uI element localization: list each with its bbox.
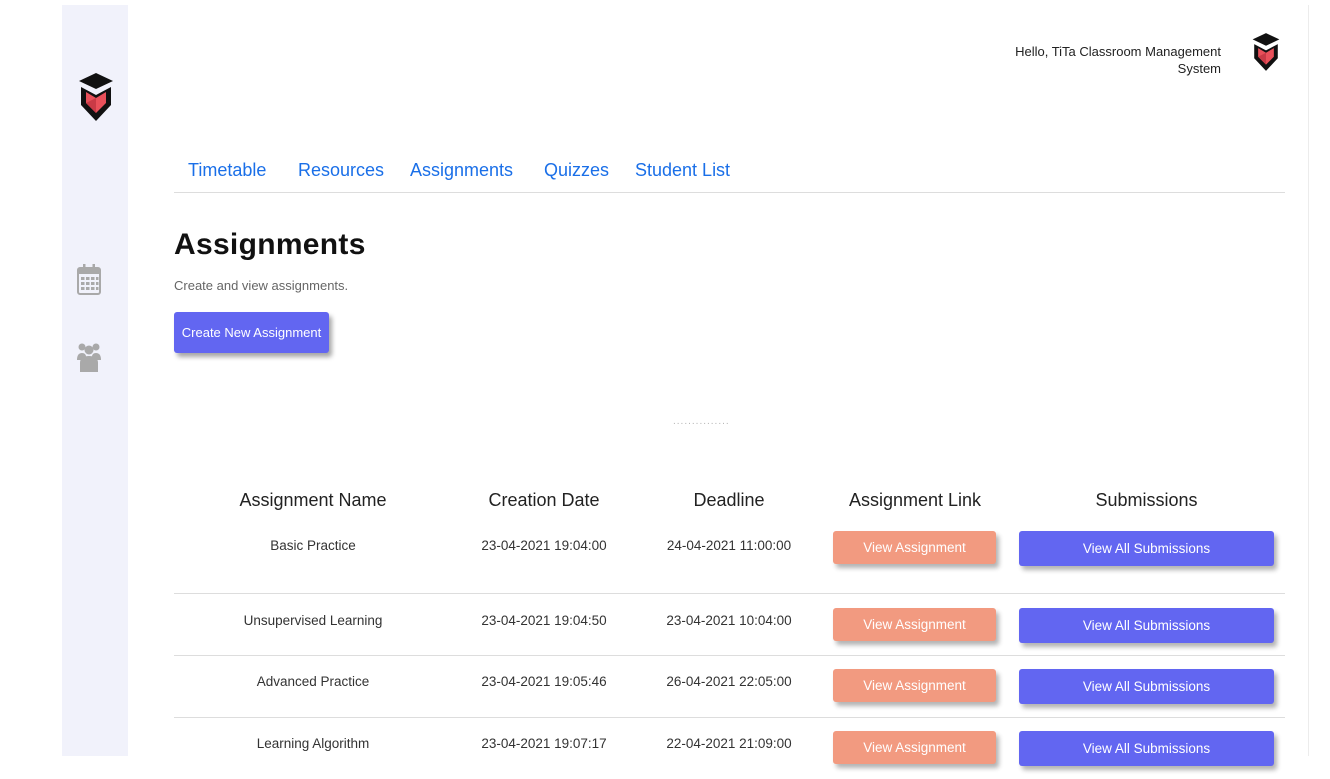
page-subtitle: Create and view assignments.	[174, 278, 349, 293]
tab-quizzes[interactable]: Quizzes	[544, 160, 609, 181]
assignment-name: Unsupervised Learning	[243, 613, 383, 628]
table-row: Basic Practice 23-04-2021 19:04:00 24-04…	[174, 531, 1285, 594]
tab-assignments[interactable]: Assignments	[410, 160, 513, 181]
tab-student-list[interactable]: Student List	[635, 160, 730, 181]
table-row: Unsupervised Learning 23-04-2021 19:04:5…	[174, 594, 1285, 656]
view-assignment-button[interactable]: View Assignment	[833, 531, 996, 564]
greeting-line-2: System	[1177, 61, 1221, 76]
tab-bar: Timetable Resources Assignments Quizzes …	[174, 150, 1285, 193]
content-border	[1308, 5, 1309, 756]
app-logo-icon[interactable]	[77, 69, 115, 125]
header-assignment-link: Assignment Link	[848, 490, 982, 510]
avatar[interactable]	[1248, 30, 1284, 74]
tab-timetable[interactable]: Timetable	[188, 160, 266, 181]
deadline: 22-04-2021 21:09:00	[666, 736, 792, 751]
loading-indicator: ...............	[673, 416, 730, 427]
view-submissions-button[interactable]: View All Submissions	[1019, 731, 1274, 766]
create-assignment-button[interactable]: Create New Assignment	[174, 312, 329, 353]
creation-date: 23-04-2021 19:05:46	[481, 674, 607, 689]
view-assignment-button[interactable]: View Assignment	[833, 731, 996, 764]
users-icon[interactable]	[76, 338, 102, 372]
greeting-line-1: Hello, TiTa Classroom Management	[1015, 44, 1221, 59]
deadline: 24-04-2021 11:00:00	[666, 538, 792, 553]
tab-resources[interactable]: Resources	[298, 160, 384, 181]
header-assignment-name: Assignment Name	[239, 490, 387, 510]
calendar-icon[interactable]	[76, 262, 102, 296]
assignment-name: Learning Algorithm	[256, 736, 370, 751]
header-deadline: Deadline	[693, 490, 765, 510]
view-submissions-button[interactable]: View All Submissions	[1019, 669, 1274, 704]
view-assignment-button[interactable]: View Assignment	[833, 608, 996, 641]
creation-date: 23-04-2021 19:04:50	[481, 613, 607, 628]
deadline: 23-04-2021 10:04:00	[666, 613, 792, 628]
table-row: Advanced Practice 23-04-2021 19:05:46 26…	[174, 656, 1285, 718]
creation-date: 23-04-2021 19:07:17	[481, 736, 607, 751]
table-row: Learning Algorithm 23-04-2021 19:07:17 2…	[174, 718, 1285, 779]
creation-date: 23-04-2021 19:04:00	[481, 538, 607, 553]
page-title: Assignments	[174, 228, 366, 261]
assignment-name: Advanced Practice	[256, 674, 370, 689]
view-assignment-button[interactable]: View Assignment	[833, 669, 996, 702]
assignment-name: Basic Practice	[270, 538, 356, 553]
view-submissions-button[interactable]: View All Submissions	[1019, 531, 1274, 566]
deadline: 26-04-2021 22:05:00	[666, 674, 792, 689]
header-submissions: Submissions	[1095, 490, 1198, 510]
view-submissions-button[interactable]: View All Submissions	[1019, 608, 1274, 643]
user-greeting: Hello, TiTa Classroom Management System	[961, 43, 1221, 77]
assignments-table: Assignment Name Creation Date Deadline A…	[174, 484, 1285, 779]
table-header: Assignment Name Creation Date Deadline A…	[174, 484, 1285, 532]
header-creation-date: Creation Date	[488, 490, 600, 510]
